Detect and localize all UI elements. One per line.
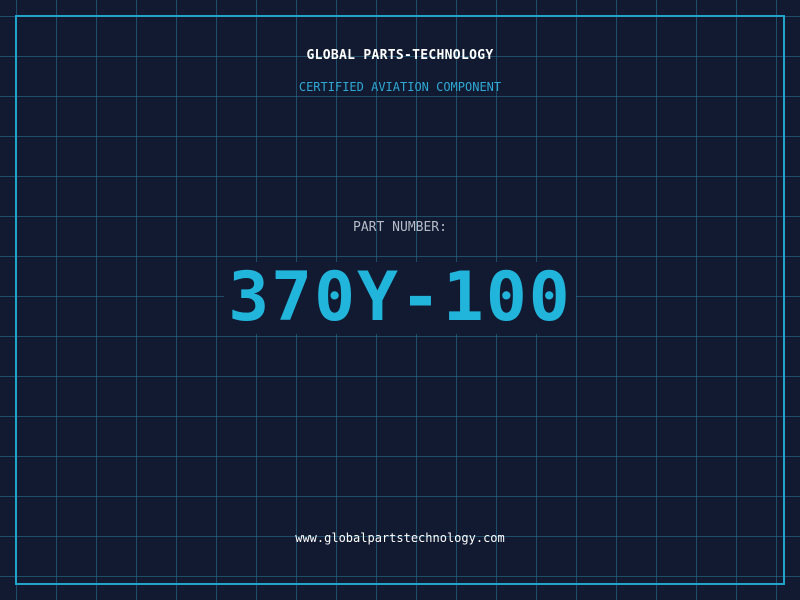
blueprint-canvas: GLOBAL PARTS-TECHNOLOGY CERTIFIED AVIATI… [0, 0, 800, 600]
part-number-container: 370Y-100 [0, 262, 800, 334]
certification-subtitle: CERTIFIED AVIATION COMPONENT [298, 80, 502, 94]
website-url[interactable]: www.globalpartstechnology.com [0, 531, 800, 545]
part-number-value: 370Y-100 [224, 262, 576, 334]
company-name: GLOBAL PARTS-TECHNOLOGY [306, 48, 494, 63]
part-number-label: PART NUMBER: [353, 220, 447, 235]
